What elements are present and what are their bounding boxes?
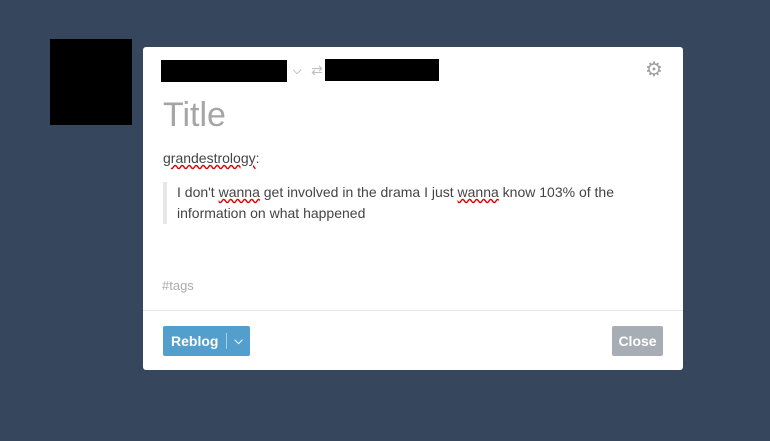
source-colon: : (255, 150, 260, 166)
gear-icon[interactable]: ⚙ (643, 59, 665, 81)
reblog-button-label: Reblog (171, 333, 219, 349)
source-blog-link[interactable]: grandestrology (163, 150, 256, 166)
chevron-down-icon[interactable]: ⌵ (227, 335, 250, 348)
footer-divider (143, 310, 683, 311)
tags-input[interactable]: #tags (162, 278, 194, 293)
reblog-icon: ⇄ (311, 62, 323, 78)
quoted-text: I don't wanna get involved in the drama … (163, 182, 647, 224)
chevron-down-icon[interactable]: ⌵ (290, 61, 304, 79)
quote-text-part: wanna (218, 184, 260, 200)
redacted-source-blog-name (325, 59, 439, 81)
title-input[interactable]: Title (163, 95, 226, 135)
post-header: ⌵ ⇄ ⚙ (161, 59, 665, 83)
quote-text-part: I don't (177, 184, 219, 200)
quote-text-part: get involved in the drama I just (259, 184, 458, 200)
source-attribution: grandestrology: (163, 149, 260, 167)
reblog-button[interactable]: Reblog ⌵ (163, 326, 250, 356)
quote-text-part: wanna (457, 184, 499, 200)
avatar (50, 39, 132, 125)
reblog-post-modal: ⌵ ⇄ ⚙ Title grandestrology: I don't wann… (143, 47, 683, 370)
redacted-blog-name[interactable] (161, 60, 287, 82)
close-button[interactable]: Close (612, 326, 663, 356)
